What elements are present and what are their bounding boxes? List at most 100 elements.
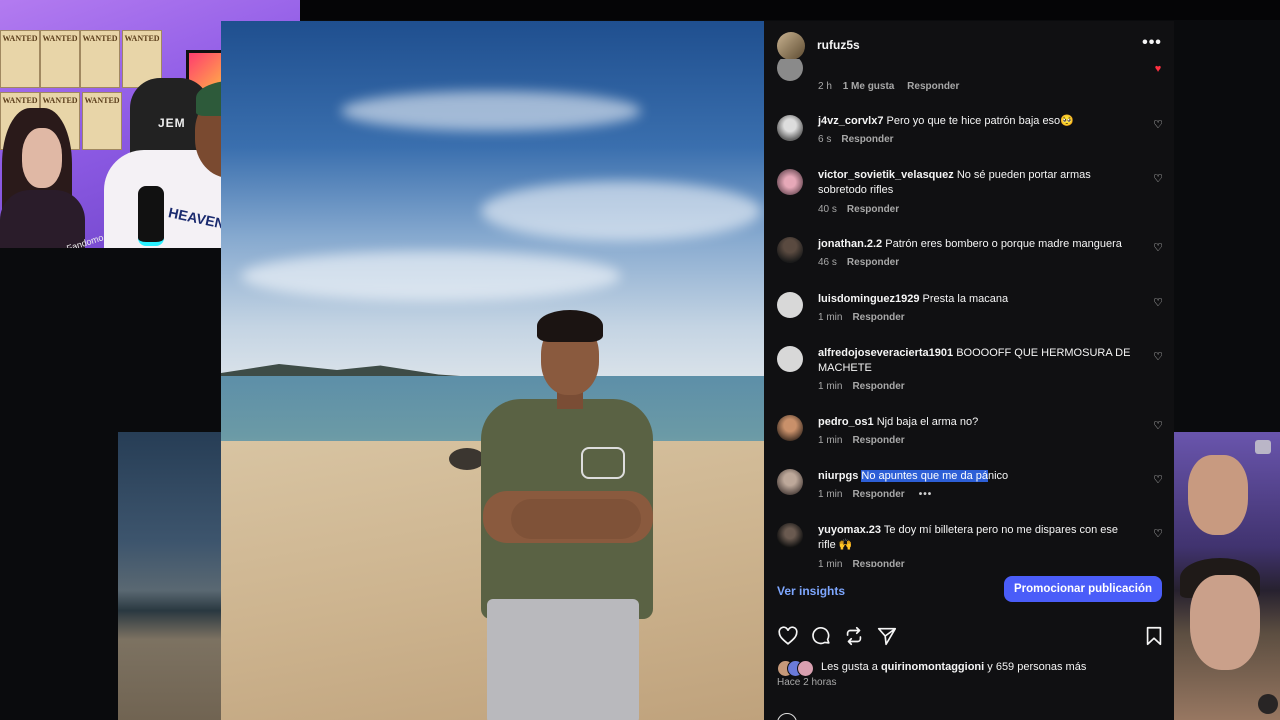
reply-button[interactable]: Responder bbox=[907, 81, 959, 92]
commenter-avatar[interactable] bbox=[777, 169, 803, 195]
poster-label: WANTED bbox=[124, 34, 160, 43]
comment-username[interactable]: j4vz_corvlx7 bbox=[818, 115, 883, 127]
post-image[interactable] bbox=[221, 21, 764, 720]
cloud bbox=[241, 251, 621, 301]
commenter-avatar[interactable] bbox=[777, 115, 803, 141]
heart-icon[interactable]: ♡ bbox=[1152, 350, 1164, 363]
repost-icon[interactable] bbox=[843, 625, 865, 647]
comment-time: 1 min bbox=[818, 381, 843, 392]
likes-summary[interactable]: Les gusta a quirinomontaggioni y 659 per… bbox=[777, 660, 1157, 678]
author-avatar[interactable] bbox=[777, 32, 805, 60]
commenter-avatar[interactable] bbox=[777, 469, 803, 495]
comment-text: pedro_os1 Njd baja el arma no? bbox=[818, 415, 1134, 430]
background-photo-left bbox=[118, 432, 228, 720]
commenter-avatar[interactable] bbox=[777, 237, 803, 263]
man-forearm bbox=[511, 499, 641, 539]
likes-prefix: Les gusta a bbox=[821, 661, 878, 673]
comment-text: alfredojoseveracierta1901 BOOOOFF QUE HE… bbox=[818, 346, 1134, 376]
post-timestamp: Hace 2 horas bbox=[777, 677, 837, 688]
comment-meta: 1 min Responder bbox=[818, 312, 905, 323]
comment-time: 46 s bbox=[818, 257, 837, 268]
man-hair bbox=[537, 310, 603, 342]
reply-button[interactable]: Responder bbox=[847, 204, 899, 215]
heart-icon[interactable]: ♡ bbox=[1152, 527, 1164, 540]
background-face-upper bbox=[1188, 455, 1248, 535]
microphone bbox=[138, 186, 164, 246]
bookmark-icon[interactable] bbox=[1143, 625, 1165, 647]
streamer-2-body bbox=[0, 190, 85, 248]
commenter-avatar[interactable] bbox=[777, 415, 803, 441]
reply-button[interactable]: Responder bbox=[841, 134, 893, 145]
comment-meta: 1 min Responder bbox=[818, 435, 905, 446]
post-sidebar: rufuz5s ••• ♥ 2 h 1 Me gusta Responder j… bbox=[764, 21, 1174, 720]
share-icon[interactable] bbox=[876, 625, 898, 647]
view-insights-link[interactable]: Ver insights bbox=[777, 584, 845, 598]
streamer-2-face bbox=[22, 128, 62, 188]
promote-post-button[interactable]: Promocionar publicación bbox=[1004, 576, 1162, 602]
poster-label: WANTED bbox=[42, 96, 78, 105]
comment-username[interactable]: alfredojoseveracierta1901 bbox=[818, 347, 953, 359]
comment-username[interactable]: luisdominguez1929 bbox=[818, 293, 919, 305]
reply-button[interactable]: Responder bbox=[852, 489, 904, 500]
wanted-poster: WANTED bbox=[0, 30, 40, 88]
comment-body-selected: No apuntes que me da pá bbox=[861, 470, 988, 482]
comment-options-icon[interactable]: ••• bbox=[919, 489, 933, 500]
default-avatar-icon[interactable] bbox=[777, 346, 803, 372]
reply-button[interactable]: Responder bbox=[852, 312, 904, 323]
comment-body: Presta la macana bbox=[922, 293, 1009, 305]
heart-icon[interactable]: ♡ bbox=[1152, 241, 1164, 254]
comment-time: 1 min bbox=[818, 559, 843, 567]
man-shorts bbox=[487, 599, 639, 720]
heart-icon[interactable]: ♡ bbox=[1152, 118, 1164, 131]
comment-body: nico bbox=[988, 470, 1009, 482]
comment-text: yuyomax.23 Te doy mí billetera pero no m… bbox=[818, 523, 1134, 553]
poster-label: WANTED bbox=[84, 96, 120, 105]
commenter-avatar[interactable] bbox=[777, 59, 803, 81]
comment-text: victor_sovietik_velasquez No sé pueden p… bbox=[818, 168, 1134, 198]
comment-time: 6 s bbox=[818, 134, 832, 145]
background-face-lower bbox=[1190, 575, 1260, 670]
comment-username[interactable]: jonathan.2.2 bbox=[818, 238, 882, 250]
comment-username[interactable]: victor_sovietik_velasquez bbox=[818, 169, 954, 181]
likes-count[interactable]: y 659 personas más bbox=[987, 661, 1086, 673]
comment-time: 1 min bbox=[818, 312, 843, 323]
reply-button[interactable]: Responder bbox=[852, 559, 904, 567]
comment-meta: 40 s Responder bbox=[818, 204, 899, 215]
heart-icon[interactable]: ♡ bbox=[1152, 296, 1164, 309]
comment-username[interactable]: yuyomax.23 bbox=[818, 524, 881, 536]
poster-label: WANTED bbox=[82, 34, 118, 43]
heart-icon[interactable]: ♡ bbox=[1152, 473, 1164, 486]
emoji-icon[interactable] bbox=[777, 713, 797, 720]
comment-like-count[interactable]: 1 Me gusta bbox=[843, 81, 895, 92]
comment-username[interactable]: pedro_os1 bbox=[818, 416, 874, 428]
poster-label: WANTED bbox=[2, 96, 38, 105]
reply-button[interactable]: Responder bbox=[847, 257, 899, 268]
comment-meta: 46 s Responder bbox=[818, 257, 899, 268]
comment-username[interactable]: niurpgs bbox=[818, 470, 858, 482]
commenter-avatar[interactable] bbox=[777, 523, 803, 549]
comment-meta: 1 min Responder bbox=[818, 559, 905, 567]
heart-icon[interactable]: ♥ bbox=[1152, 63, 1164, 75]
wanted-poster: WANTED bbox=[82, 92, 122, 150]
poster-label: WANTED bbox=[2, 34, 38, 43]
heart-icon[interactable]: ♡ bbox=[1152, 419, 1164, 432]
more-horizontal-icon[interactable]: ••• bbox=[1140, 34, 1164, 54]
heart-icon[interactable] bbox=[777, 625, 799, 647]
cloud bbox=[341, 91, 641, 131]
comments-list[interactable]: ♥ 2 h 1 Me gusta Responder j4vz_corvlx7 … bbox=[764, 59, 1174, 567]
author-username[interactable]: rufuz5s bbox=[817, 38, 860, 52]
comment-icon[interactable] bbox=[810, 625, 832, 647]
add-comment-bar[interactable] bbox=[777, 711, 1167, 720]
heart-icon[interactable]: ♡ bbox=[1152, 172, 1164, 185]
default-avatar-icon[interactable] bbox=[777, 292, 803, 318]
comment-body: Patrón eres bombero o porque madre mangu… bbox=[885, 238, 1122, 250]
liker-username[interactable]: quirinomontaggioni bbox=[881, 661, 984, 673]
corner-icon bbox=[1258, 694, 1278, 714]
reply-button[interactable]: Responder bbox=[852, 381, 904, 392]
comment-text: luisdominguez1929 Presta la macana bbox=[818, 292, 1134, 307]
comment-time: 40 s bbox=[818, 204, 837, 215]
rock bbox=[449, 448, 485, 470]
reply-button[interactable]: Responder bbox=[852, 435, 904, 446]
cloud bbox=[481, 181, 761, 241]
likes-text: Les gusta a quirinomontaggioni y 659 per… bbox=[821, 661, 1086, 673]
